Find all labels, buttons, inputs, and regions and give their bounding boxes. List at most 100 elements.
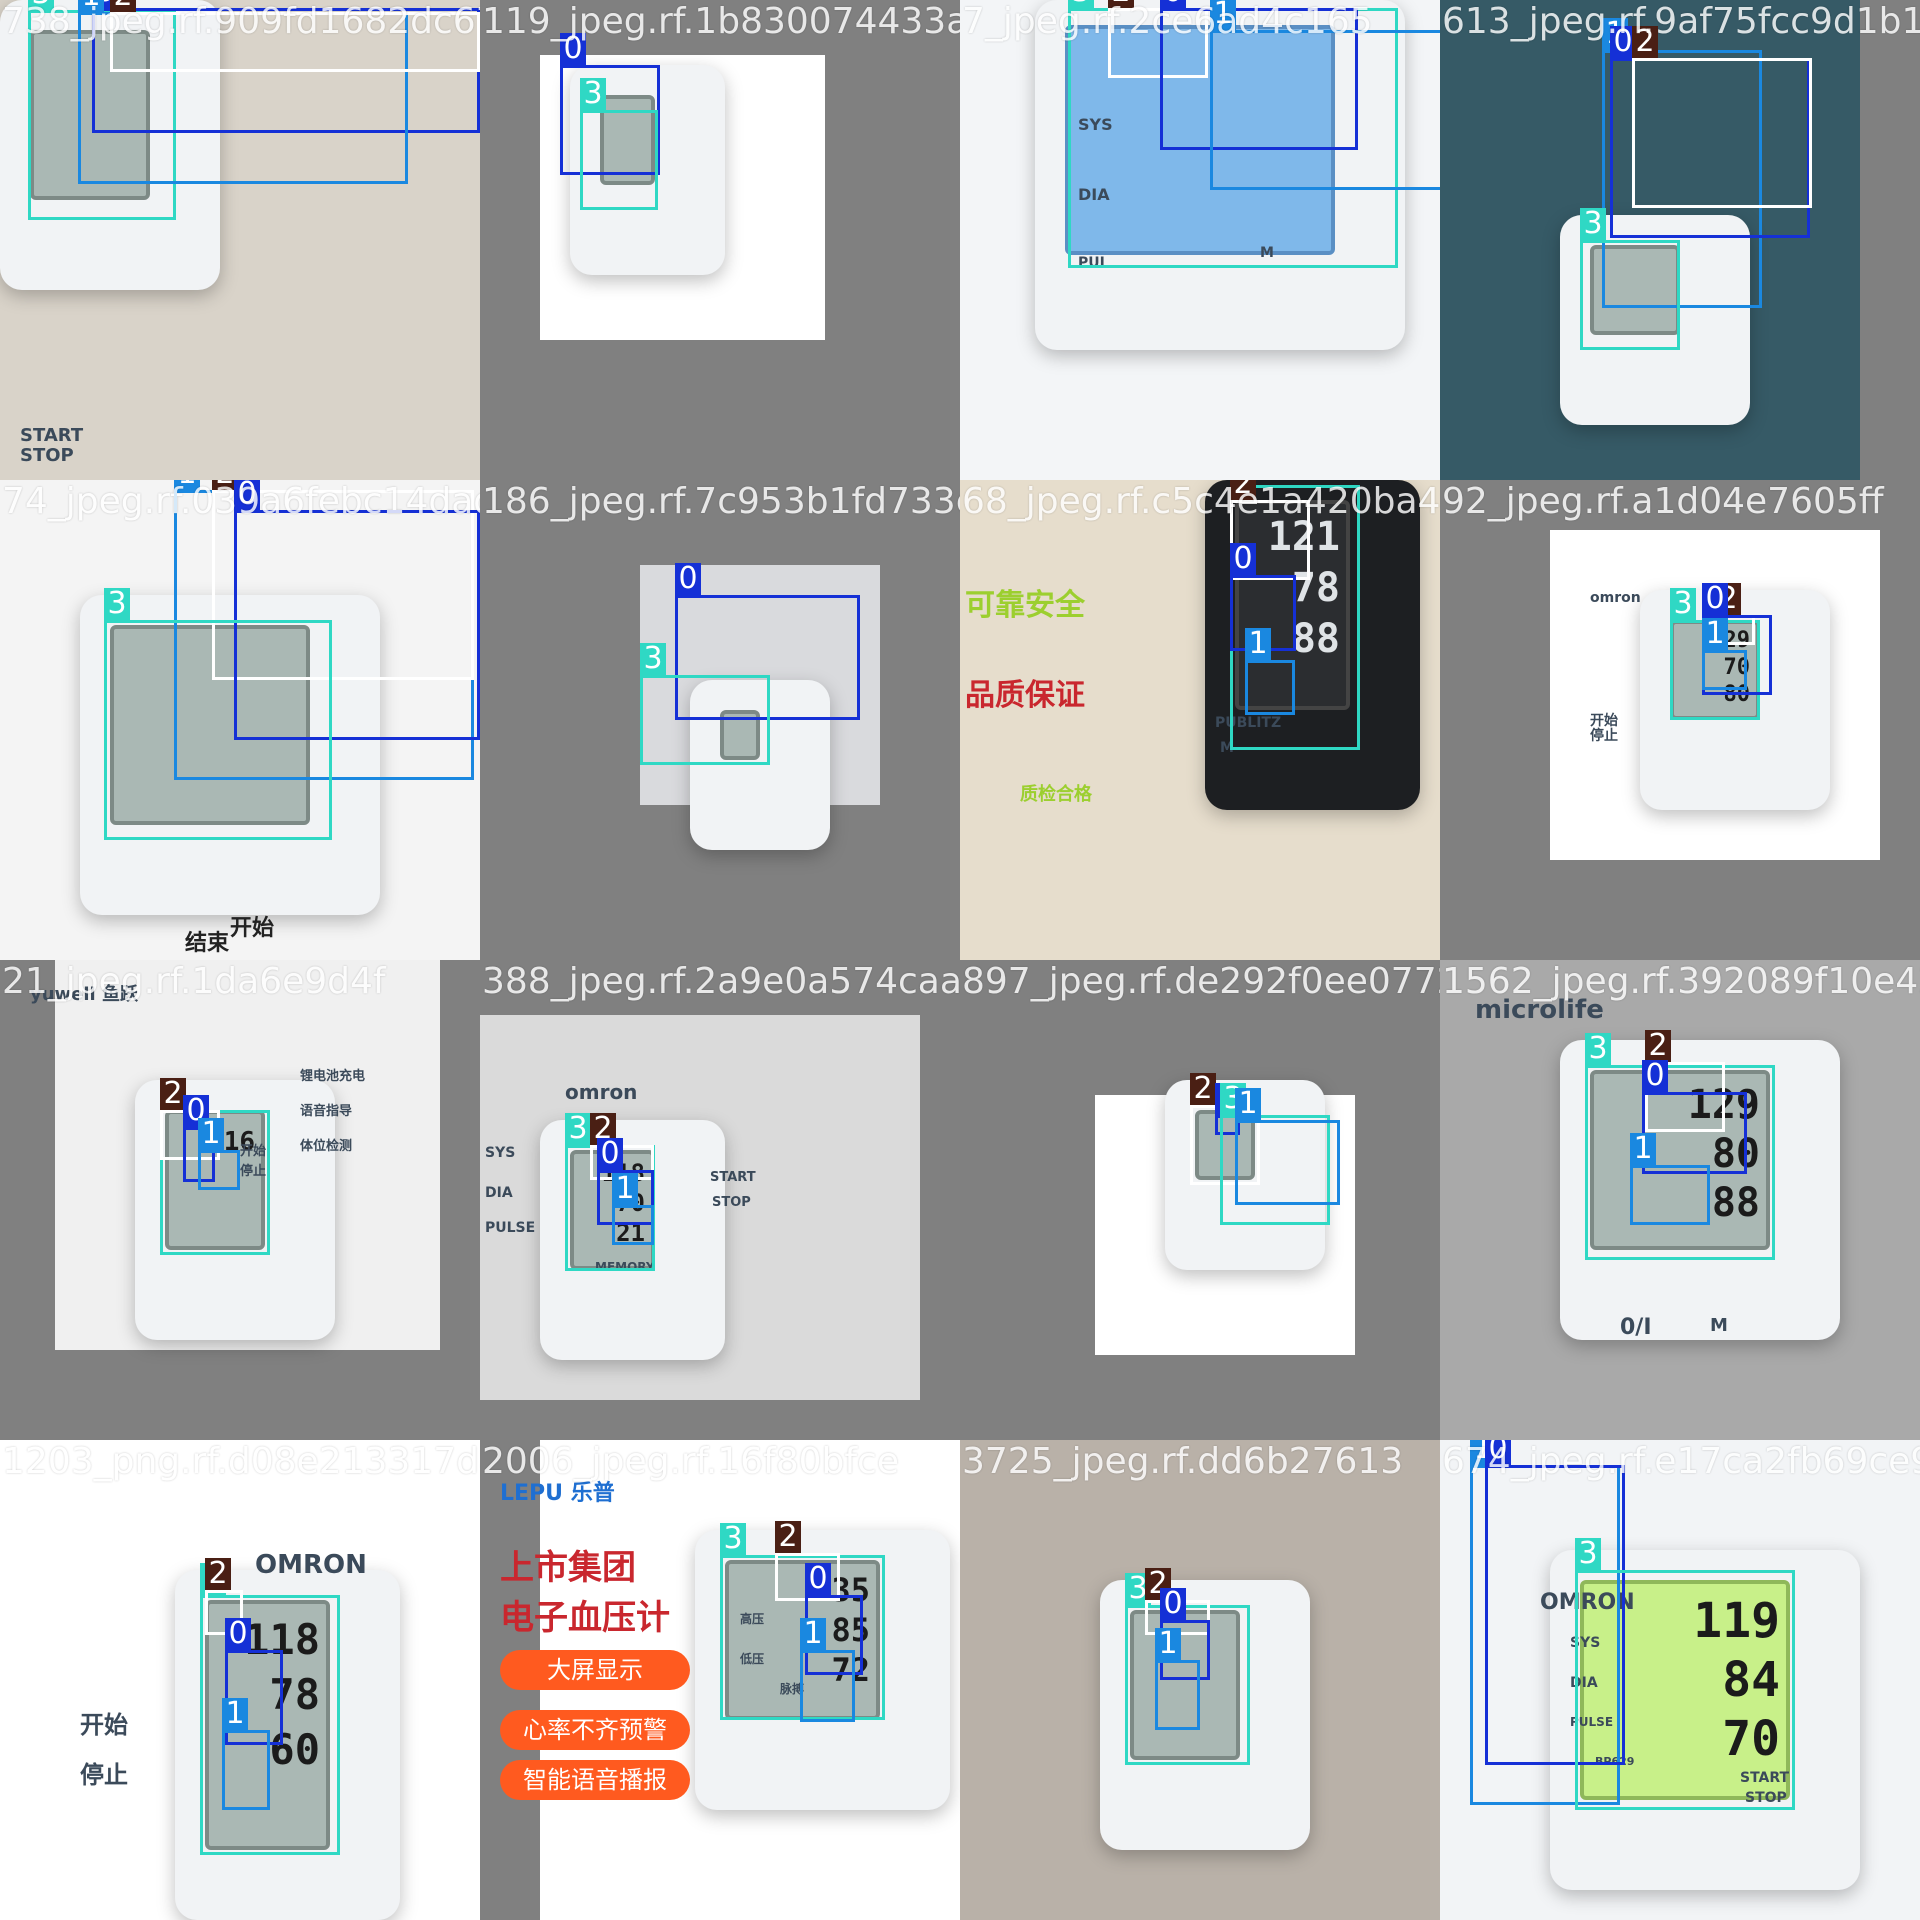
printed-text: START bbox=[20, 425, 84, 446]
printed-text: OMRON bbox=[255, 1550, 367, 1580]
printed-text: 停止 bbox=[1590, 728, 1618, 744]
printed-text: 锂电池充电 bbox=[300, 1069, 366, 1084]
detection-class-label: 0 bbox=[675, 563, 701, 595]
detection-class-label: 2 bbox=[1190, 1073, 1216, 1105]
printed-text: START bbox=[710, 1170, 756, 1185]
tile-filename: 1203_png.rf.d08e213317d80f bbox=[2, 1441, 480, 1482]
detection-class-label: 3 bbox=[1575, 1538, 1601, 1570]
detection-box-class-3: 3 bbox=[1575, 1538, 1795, 1810]
detection-class-label: 3 bbox=[720, 1523, 746, 1555]
detection-class-label: 3 bbox=[1580, 208, 1606, 240]
printed-text: PULSE bbox=[485, 1220, 536, 1236]
detection-box-class-1: 1 bbox=[1702, 618, 1747, 690]
printed-text: 品质保证 bbox=[965, 678, 1085, 713]
printed-text: 电子血压计 bbox=[500, 1598, 670, 1638]
mosaic-tile: 1023613_jpeg.rf.9af75fcc9d1b1 bbox=[1440, 0, 1920, 480]
detection-class-label: 1 bbox=[198, 1118, 224, 1150]
detection-box-class-3: 3 bbox=[104, 588, 332, 840]
detection-box-class-3: 3 bbox=[640, 643, 770, 765]
tile-filename: 92_jpeg.rf.a1d04e7605ff bbox=[1442, 481, 1884, 522]
detection-box-class-1: 1 bbox=[1235, 1088, 1340, 1205]
detection-class-label: 1 bbox=[1155, 1628, 1181, 1660]
detection-class-label: 1 bbox=[1245, 628, 1271, 660]
detection-box-class-2: 2 bbox=[1632, 26, 1812, 208]
tile-filename: 1562_jpeg.rf.392089f10e42ed9 bbox=[1442, 961, 1920, 1002]
tile-filename: 186_jpeg.rf.7c953b1fd733c6 bbox=[482, 481, 960, 522]
printed-text: 质检合格 bbox=[1020, 784, 1092, 805]
printed-text: DIA bbox=[485, 1185, 513, 1201]
detection-class-label: 0 bbox=[597, 1138, 623, 1170]
printed-text: omron bbox=[1590, 590, 1641, 606]
detection-class-label: 3 bbox=[104, 588, 130, 620]
detection-class-label: 2 bbox=[775, 1521, 801, 1553]
tile-filename: 119_jpeg.rf.1b830074433a687 bbox=[482, 1, 960, 42]
detection-class-label: 3 bbox=[640, 643, 666, 675]
detection-box-class-1: 1 bbox=[198, 1118, 240, 1190]
tile-filename: 388_jpeg.rf.2a9e0a574caac38 bbox=[482, 961, 960, 1002]
detection-box-class-1: 1 bbox=[612, 1173, 654, 1245]
mosaic-tile: 2031897_jpeg.rf.de292f0ee0772a bbox=[960, 960, 1440, 1440]
printed-text: STOP bbox=[712, 1195, 751, 1210]
detection-class-label: 1 bbox=[1702, 618, 1728, 650]
tile-filename: 738_jpeg.rf.909fd1682dc67d bbox=[2, 1, 480, 42]
printed-text: 结束 bbox=[185, 931, 230, 956]
printed-text: 语音指导 bbox=[300, 1104, 353, 1119]
detection-box-class-0: 0 bbox=[1642, 1060, 1747, 1174]
mosaic-grid: STARTSTOP3012738_jpeg.rf.909fd1682dc67d0… bbox=[0, 0, 1920, 1920]
detection-class-label: 3 bbox=[1670, 588, 1696, 620]
detection-class-label: 1 bbox=[612, 1173, 638, 1205]
detection-class-label: 3 bbox=[565, 1113, 591, 1145]
tile-filename: 3725_jpeg.rf.dd6b27613 bbox=[962, 1441, 1404, 1482]
printed-text: STOP bbox=[20, 445, 74, 466]
printed-text: 智能语音播报 bbox=[500, 1760, 690, 1800]
detection-box-class-1: 1 bbox=[1155, 1628, 1200, 1730]
printed-text: 大屏显示 bbox=[500, 1650, 690, 1690]
mosaic-tile: 1217888可靠安全品质保证质检合格PUBLITZM320168_jpeg.r… bbox=[960, 480, 1440, 960]
tile-filename: 674_jpeg.rf.e17ca2fb69ce910 bbox=[1442, 1441, 1920, 1482]
printed-text: M bbox=[1710, 1315, 1728, 1336]
mosaic-tile: 135 85 72 LEPU 乐普 上市集团 电子血压计 大屏显示 心率不齐预警 智能语音播报高… bbox=[480, 1440, 960, 1920]
mosaic-tile: STARTSTOP3012738_jpeg.rf.909fd1682dc67d bbox=[0, 0, 480, 480]
printed-text: omron bbox=[565, 1080, 638, 1104]
detection-class-label: 1 bbox=[1235, 1088, 1261, 1120]
detection-box-class-1: 1 bbox=[1630, 1133, 1710, 1225]
printed-text: 开始 bbox=[80, 1711, 128, 1739]
mosaic-tile: 1187021omronSYSDIAPULSESTARTSTOPMEMORY32… bbox=[480, 960, 960, 1440]
mosaic-tile: 129 70 80 omron 开始 停止 3 2 0 1 92_jpeg.rf.a1d04e760… bbox=[1440, 480, 1920, 960]
detection-box-class-1: 1 bbox=[222, 1698, 270, 1810]
detection-class-label: 1 bbox=[800, 1618, 826, 1650]
detection-box-class-1: 1 bbox=[800, 1618, 855, 1722]
printed-text: 上市集团 bbox=[500, 1548, 636, 1588]
detection-class-label: 1 bbox=[1630, 1133, 1656, 1165]
detection-class-label: 0 bbox=[225, 1618, 251, 1650]
printed-text: 心率不齐预警 bbox=[500, 1710, 690, 1750]
detection-class-label: 0 bbox=[1642, 1060, 1668, 1092]
detection-class-label: 0 bbox=[805, 1563, 831, 1595]
detection-box-class-1: 1 bbox=[1210, 0, 1440, 190]
tile-filename: 7_jpeg.rf.2ce6ad4c165 bbox=[962, 1, 1373, 42]
tile-filename: 897_jpeg.rf.de292f0ee0772a bbox=[962, 961, 1440, 1002]
detection-class-label: 0 bbox=[1230, 543, 1256, 575]
detection-box-class-3: 3 bbox=[580, 78, 658, 210]
printed-text: 体位检测 bbox=[300, 1139, 353, 1154]
detection-class-label: 2 bbox=[205, 1558, 231, 1590]
mosaic-tile: 1187860OMRON开始停止32011203_png.rf.d08e2133… bbox=[0, 1440, 480, 1920]
mosaic-tile: 16yuwell 鱼跃锂电池充电语音指导体位检测开始停止320121_jpeg.… bbox=[0, 960, 480, 1440]
detection-box-class-3: 3 bbox=[1580, 208, 1680, 350]
mosaic-tile: 开始结束120374_jpeg.rf.039a6febc14dada bbox=[0, 480, 480, 960]
printed-text: 停止 bbox=[80, 1761, 128, 1789]
detection-class-label: 3 bbox=[1585, 1033, 1611, 1065]
tile-filename: 2006_jpeg.rf.16f80bfce bbox=[482, 1441, 899, 1482]
detection-class-label: 0 bbox=[1702, 583, 1728, 615]
mosaic-tile: 0 3 186_jpeg.rf.7c953b1fd733c6 bbox=[480, 480, 960, 960]
printed-text: SYS bbox=[485, 1145, 516, 1161]
detection-class-label: 3 bbox=[580, 78, 606, 110]
mosaic-tile: 119 84 70 OMRON SYS DIA PULSE START STOP BP629 1 0 3… bbox=[1440, 1440, 1920, 1920]
tile-filename: 613_jpeg.rf.9af75fcc9d1b1 bbox=[1442, 1, 1920, 42]
mosaic-tile: 129 80 88 microlife 0/I M 3 2 0 1 1562_jpeg.rf.392… bbox=[1440, 960, 1920, 1440]
detection-box-class-1: 1 bbox=[1245, 628, 1295, 715]
printed-text: 开始 bbox=[230, 916, 275, 941]
mosaic-tile: 03119_jpeg.rf.1b830074433a687 bbox=[480, 0, 960, 480]
detection-class-label: 1 bbox=[222, 1698, 248, 1730]
tile-filename: 68_jpeg.rf.c5c4e1a420ba4f1942 bbox=[962, 481, 1440, 522]
